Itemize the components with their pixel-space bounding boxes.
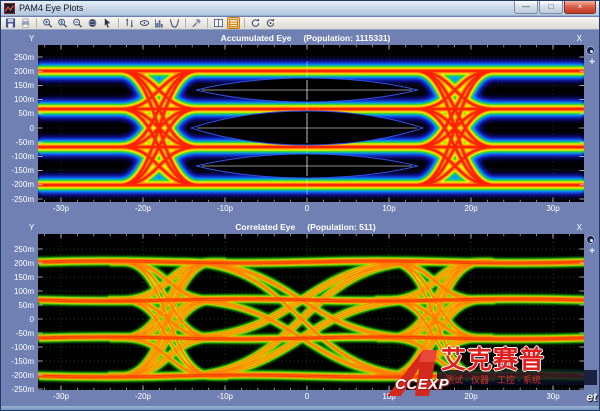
accumulated-eye-plot[interactable] <box>38 45 584 202</box>
histogram-icon[interactable] <box>153 17 166 29</box>
stacked-view-icon[interactable] <box>227 17 240 29</box>
reset-view-icon[interactable] <box>249 17 262 29</box>
y-tick-label: -50m <box>2 329 34 338</box>
x-tick-label: 0 <box>292 392 322 401</box>
y-tick-label: -150m <box>2 166 34 175</box>
data-cursor-icon[interactable] <box>101 17 114 29</box>
save-icon[interactable] <box>4 17 17 29</box>
x-tick-label: 30p <box>538 392 568 401</box>
minimize-button[interactable]: — <box>514 1 538 14</box>
x-tick-label: 0 <box>292 204 322 213</box>
population-label: (Population: 511) <box>307 222 375 232</box>
vertical-markers-icon[interactable] <box>123 17 136 29</box>
y-tick-label: 50m <box>2 109 34 118</box>
toolbar-separator <box>118 18 119 28</box>
y-tick-label: 100m <box>2 287 34 296</box>
panel-title: Correlated Eye (Population: 511) <box>34 222 576 232</box>
y-tick-label: -250m <box>2 195 34 204</box>
y-tick-label: 250m <box>2 245 34 254</box>
x-tick-label: 10p <box>374 392 404 401</box>
panel-title-text: Correlated Eye <box>235 222 295 232</box>
x-tick-label: 30p <box>538 204 568 213</box>
bathtub-icon[interactable] <box>168 17 181 29</box>
x-tick-label: -20p <box>128 392 158 401</box>
window-title: PAM4 Eye Plots <box>19 3 83 14</box>
eye-mask-icon[interactable] <box>138 17 151 29</box>
zoom-normal-icon[interactable] <box>56 17 69 29</box>
rotate-3d-icon[interactable] <box>86 17 99 29</box>
accumulated-eye-panel: Y Accumulated Eye(Population: 1115331) X… <box>2 31 600 215</box>
y-tick-label: -200m <box>2 371 34 380</box>
x-tick-label: 20p <box>456 392 486 401</box>
toolbar-separator <box>185 18 186 28</box>
client-area: Y Accumulated Eye(Population: 1115331) X… <box>2 31 600 407</box>
y-tick-label: 250m <box>2 53 34 62</box>
x-tick-label: 20p <box>456 204 486 213</box>
reset-all-icon[interactable] <box>264 17 277 29</box>
toolbar-separator <box>36 18 37 28</box>
y-tick-label: 200m <box>2 259 34 268</box>
settings-icon[interactable] <box>190 17 203 29</box>
panel-options-icon[interactable] <box>586 46 595 55</box>
y-tick-label: -100m <box>2 343 34 352</box>
x-tick-label: 10p <box>374 204 404 213</box>
y-tick-label: 0 <box>2 315 34 324</box>
toolbar <box>1 17 599 30</box>
x-tick-label: -20p <box>128 204 158 213</box>
correlated-eye-header: Y Correlated Eye(Population: 511) X <box>2 220 600 234</box>
correlated-eye-panel: Y Correlated Eye(Population: 511) X 250m… <box>2 220 600 403</box>
window-bottom-border <box>1 406 599 410</box>
pam4-eye-plots-window: PAM4 Eye Plots — □ × Y Accumulated Eye(P… <box>0 0 600 411</box>
y-tick-label: 200m <box>2 67 34 76</box>
panel-add-icon[interactable]: + <box>586 247 598 256</box>
x-tick-label: -10p <box>210 392 240 401</box>
zoom-in-icon[interactable] <box>41 17 54 29</box>
y-tick-label: -200m <box>2 180 34 189</box>
x-tick-label: -30p <box>46 392 76 401</box>
x-tick-label: -10p <box>210 204 240 213</box>
panel-title-text: Accumulated Eye <box>221 33 292 43</box>
correlated-eye-plot[interactable] <box>38 234 584 390</box>
toolbar-separator <box>244 18 245 28</box>
population-label: (Population: 1115331) <box>303 33 390 43</box>
x-axis-label: X <box>577 223 582 232</box>
toolbar-separator <box>207 18 208 28</box>
x-axis-label: X <box>577 34 582 43</box>
accumulated-eye-header: Y Accumulated Eye(Population: 1115331) X <box>2 31 600 45</box>
y-tick-label: 0 <box>2 124 34 133</box>
y-tick-label: 100m <box>2 95 34 104</box>
y-tick-label: 150m <box>2 81 34 90</box>
titlebar[interactable]: PAM4 Eye Plots — □ × <box>1 1 599 16</box>
panel-title: Accumulated Eye (Population: 1115331) <box>34 33 576 43</box>
y-tick-label: -100m <box>2 152 34 161</box>
maximize-button[interactable]: □ <box>539 1 563 14</box>
y-tick-label: -250m <box>2 385 34 394</box>
y-tick-label: -150m <box>2 357 34 366</box>
print-icon[interactable] <box>19 17 32 29</box>
close-button[interactable]: × <box>564 1 596 14</box>
y-tick-label: 150m <box>2 273 34 282</box>
x-tick-label: -30p <box>46 204 76 213</box>
panel-add-icon[interactable]: + <box>586 58 598 67</box>
app-icon <box>4 3 15 14</box>
zoom-out-icon[interactable] <box>71 17 84 29</box>
two-pane-view-icon[interactable] <box>212 17 225 29</box>
panel-options-icon[interactable] <box>586 235 595 244</box>
y-tick-label: 50m <box>2 301 34 310</box>
y-tick-label: -50m <box>2 138 34 147</box>
